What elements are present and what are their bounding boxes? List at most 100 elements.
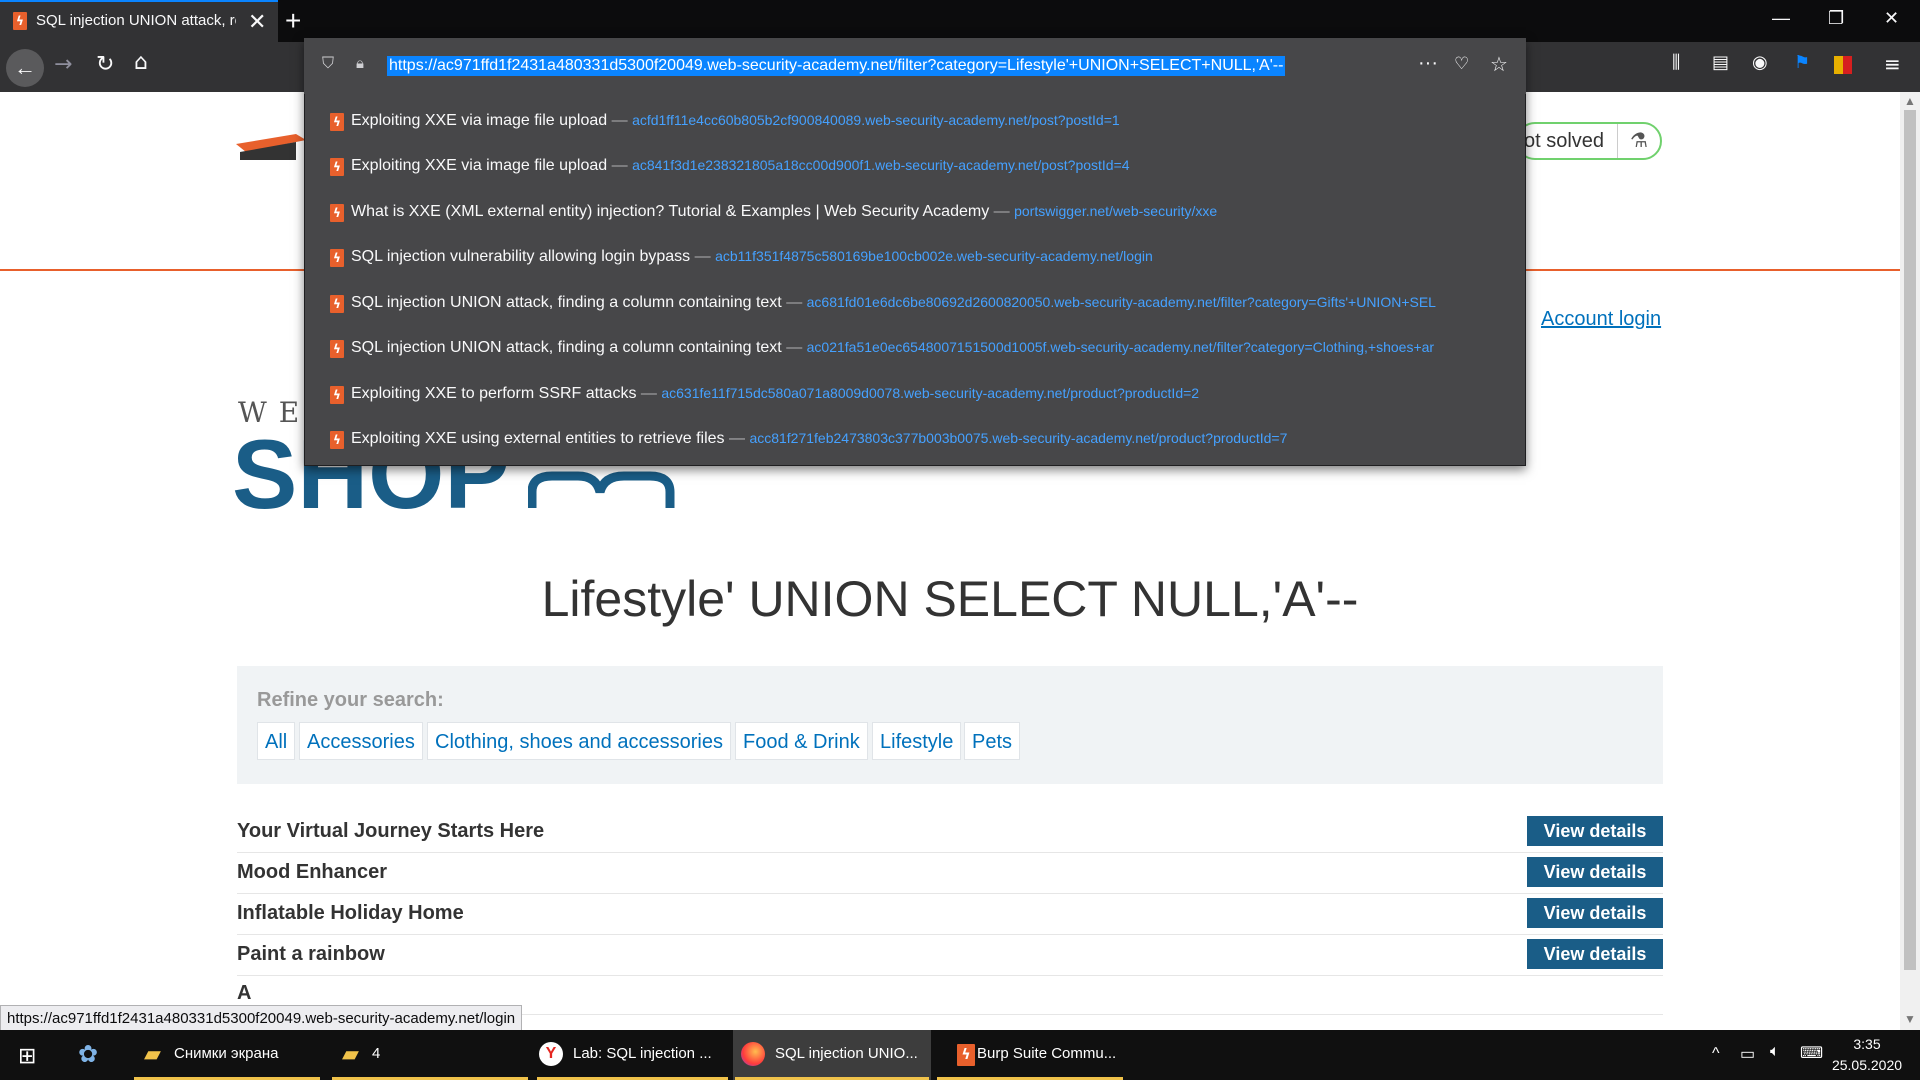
taskbar-item-label: 4 [372,1045,381,1062]
taskbar-firefox[interactable]: SQL injection UNIO... [733,1030,931,1080]
page-title: Lifestyle' UNION SELECT NULL,'A'-- [541,571,1359,627]
url-suggestion-item[interactable]: ϟ Exploiting XXE using external entities… [330,420,1510,460]
taskbar-burp-suite[interactable]: ϟ Burp Suite Commu... [935,1030,1125,1080]
scroll-up-icon[interactable]: ▲ [1904,94,1916,108]
product-name: Inflatable Holiday Home [237,902,464,924]
taskbar-yandex-browser[interactable]: Y Lab: SQL injection ... [535,1030,730,1080]
close-window-icon[interactable]: ✕ [1884,8,1899,29]
scrollbar-thumb[interactable] [1904,110,1916,970]
folder-icon: ▰ [144,1041,161,1066]
suggestion-url: ac021fa51e0ec6548007151500d1005f.web-sec… [806,339,1435,355]
account-icon[interactable]: ◉ [1752,52,1768,73]
product-row: Paint a rainbow View details [237,935,1663,976]
suggestion-url: ac631fe11f715dc580a071a8009d0078.web-sec… [661,385,1200,401]
burp-favicon-icon: ϟ [330,386,344,404]
taskbar-item-label: Lab: SQL injection ... [573,1045,712,1062]
show-hidden-icons-icon[interactable]: ^ [1712,1045,1720,1063]
suggestion-url: portswigger.net/web-security/xxe [1014,203,1218,219]
product-name: A [237,982,252,1004]
burp-favicon-icon: ϟ [330,295,344,313]
taskbar-item-label: SQL injection UNIO... [775,1045,918,1062]
product-row: Inflatable Holiday Home View details [237,894,1663,935]
suggestion-title: Exploiting XXE via image file upload [351,112,608,129]
suggestion-title: Exploiting XXE via image file upload [351,157,608,174]
taskbar-explorer-4[interactable]: ▰ 4 [330,1030,530,1080]
extension-icon[interactable]: ⚑ [1794,52,1810,73]
burp-favicon-icon: ϟ [13,12,27,30]
suggestion-url: acb11f351f4875c580169be100cb002e.web-sec… [715,248,1153,264]
filter-pets[interactable]: Pets [964,722,1021,760]
scroll-down-icon[interactable]: ▼ [1904,1012,1916,1026]
windows-start-icon[interactable]: ⊞ [18,1043,36,1069]
url-suggestion-item[interactable]: ϟ Exploiting XXE via image file upload —… [330,147,1510,187]
tracking-protection-icon[interactable]: ⛉ [322,55,334,73]
url-input[interactable]: https://ac971ffd1f2431a480331d5300f20049… [387,56,1286,76]
page-actions-icon[interactable]: ··· [1418,52,1438,75]
lab-status-badge: ot solved ⚗ [1516,122,1662,160]
account-login-link[interactable]: Account login [1541,308,1661,331]
keyboard-layout-icon[interactable]: ⌨ [1800,1043,1823,1063]
view-details-button[interactable]: View details [1527,939,1663,969]
clock-date: 25.05.2020 [1831,1057,1903,1073]
url-suggestion-item[interactable]: ϟ SQL injection UNION attack, finding a … [330,284,1510,324]
reload-button[interactable]: ↻ [96,52,114,77]
filter-all[interactable]: All [257,722,296,760]
network-icon[interactable]: ▭ [1740,1044,1755,1064]
filter-accessories[interactable]: Accessories [299,722,423,760]
suggestion-url: ac681fd01e6dc6be80692d2600820050.web-sec… [806,294,1436,310]
view-details-button[interactable]: View details [1527,898,1663,928]
burp-favicon-icon: ϟ [330,204,344,222]
product-row: Mood Enhancer View details [237,853,1663,894]
url-suggestion-item[interactable]: ϟ SQL injection UNION attack, finding a … [330,329,1510,369]
close-tab-icon[interactable]: ✕ [248,9,266,35]
minimize-window-icon[interactable]: — [1772,8,1790,29]
system-clock[interactable]: 3:35 25.05.2020 [1822,1034,1912,1076]
filter-lifestyle[interactable]: Lifestyle [872,722,962,760]
flask-icon: ⚗ [1617,124,1660,158]
library-icon[interactable]: ⫼ [1672,52,1680,73]
suggestion-url: acfd1ff11e4cc60b805b2cf900840089.web-sec… [632,112,1120,128]
url-suggestion-item[interactable]: ϟ Exploiting XXE to perform SSRF attacks… [330,375,1510,415]
filter-food-drink[interactable]: Food & Drink [735,722,868,760]
pocket-icon[interactable]: ♡ [1454,54,1469,74]
burp-favicon-icon: ϟ [330,431,344,449]
burp-favicon-icon: ϟ [330,249,344,267]
refine-search-label: Refine your search: [257,689,444,711]
filter-clothing[interactable]: Clothing, shoes and accessories [427,722,731,760]
restore-window-icon[interactable]: ❐ [1828,8,1844,29]
volume-icon[interactable]: 🔈︎ [1770,1043,1780,1061]
product-name: Your Virtual Journey Starts Here [237,820,545,842]
burp-favicon-icon: ϟ [330,113,344,131]
lock-icon[interactable]: 🔒︎ [356,55,364,72]
forward-button[interactable]: → [54,52,72,77]
extension-flag-icon[interactable] [1834,56,1852,74]
new-tab-button[interactable]: + [285,5,301,37]
academy-logo-icon [236,134,306,160]
suggestion-title: What is XXE (XML external entity) inject… [351,203,990,220]
view-details-button[interactable]: View details [1527,816,1663,846]
burp-favicon-icon: ϟ [330,158,344,176]
app-pinned-icon[interactable]: ✿ [78,1040,98,1069]
burp-suite-icon: ϟ [957,1044,975,1066]
browser-tab-active[interactable]: ϟ SQL injection UNION attack, re ✕ [0,0,278,42]
suggestion-title: SQL injection UNION attack, finding a co… [351,339,782,356]
back-button[interactable]: ← [6,49,44,87]
firefox-icon [741,1042,765,1066]
yandex-browser-icon: Y [539,1042,563,1066]
home-button[interactable]: ⌂ [134,50,148,75]
shop-logo-swirl-icon [528,471,675,508]
menu-icon[interactable]: ≡ [1884,52,1901,76]
url-suggestion-item[interactable]: ϟ SQL injection vulnerability allowing l… [330,238,1510,278]
product-name: Paint a rainbow [237,943,385,965]
url-suggestion-item[interactable]: ϟ What is XXE (XML external entity) inje… [330,193,1510,233]
suggestion-url: acc81f271feb2473803c377b003b0075.web-sec… [749,430,1288,446]
bookmark-star-icon[interactable]: ☆ [1490,52,1508,77]
tab-title: SQL injection UNION attack, re [36,12,236,29]
sidebar-icon[interactable]: ▤ [1712,52,1729,73]
url-suggestion-item[interactable]: ϟ Exploiting XXE via image file upload —… [330,102,1510,142]
view-details-button[interactable]: View details [1527,857,1663,887]
taskbar-explorer-screenshots[interactable]: ▰ Снимки экрана [132,1030,322,1080]
suggestion-title: SQL injection UNION attack, finding a co… [351,294,782,311]
taskbar-item-label: Снимки экрана [174,1045,279,1062]
suggestion-title: SQL injection vulnerability allowing log… [351,248,691,265]
